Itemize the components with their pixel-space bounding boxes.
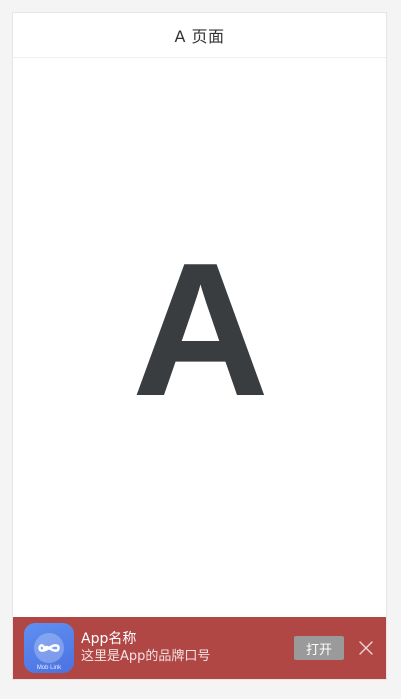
app-icon[interactable]: Mob Link — [24, 623, 74, 673]
app-info: App名称 这里是App的品牌口号 — [81, 630, 294, 666]
page-letter: A — [131, 224, 269, 436]
app-slogan: 这里是App的品牌口号 — [81, 649, 211, 664]
infinity-icon — [34, 633, 64, 663]
page-content: A — [13, 58, 386, 618]
close-icon — [359, 641, 373, 655]
app-open-banner[interactable]: Mob Link App名称 这里是App的品牌口号 打开 — [13, 617, 386, 679]
open-app-button[interactable]: 打开 — [294, 636, 344, 660]
close-banner-button[interactable] — [356, 638, 376, 658]
phone-frame: A 页面 A Mob Link App名称 这里是App的品牌口号 打开 — [12, 12, 387, 680]
app-icon-caption: Mob Link — [36, 665, 62, 671]
page-title: A 页面 — [174, 27, 225, 46]
navbar: A 页面 — [13, 13, 386, 58]
app-name: App名称 — [81, 631, 137, 647]
